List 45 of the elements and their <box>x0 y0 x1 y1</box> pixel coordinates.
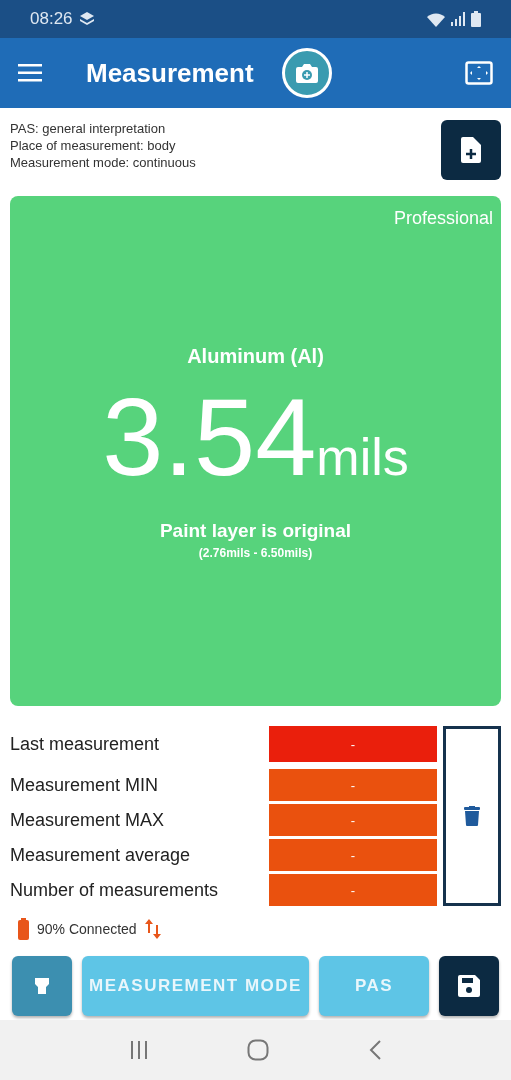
clock: 08:26 <box>30 9 73 29</box>
stat-value: - <box>269 874 437 906</box>
camera-button[interactable] <box>281 48 332 98</box>
file-plus-icon <box>461 137 481 163</box>
thickness-value: 3.54 <box>102 382 317 492</box>
stat-value: - <box>269 804 437 836</box>
back-icon[interactable] <box>367 1039 382 1061</box>
signal-icon <box>451 12 465 26</box>
pas-button[interactable]: PAS <box>319 956 429 1016</box>
info-line: Place of measurement: body <box>10 137 177 154</box>
stat-value: - <box>269 769 437 801</box>
delete-button[interactable] <box>443 726 501 906</box>
stat-label: Measurement MIN <box>10 774 160 796</box>
info-line: PAS: general interpretation <box>10 120 167 137</box>
save-button[interactable] <box>439 956 499 1016</box>
wifi-icon <box>427 11 445 27</box>
probe-button[interactable] <box>12 956 72 1016</box>
probe-icon <box>35 978 49 994</box>
battery-icon <box>471 11 481 27</box>
stat-label: Last measurement <box>10 733 161 755</box>
mode-button[interactable]: MEASUREMENT MODE <box>82 956 309 1016</box>
level-label: Professional <box>393 208 493 229</box>
recents-icon[interactable] <box>129 1040 150 1060</box>
home-icon[interactable] <box>247 1039 270 1061</box>
trash-icon <box>464 806 480 826</box>
transfer-icon <box>144 919 161 939</box>
info-line: Measurement mode: continuous <box>10 154 197 171</box>
layers-icon <box>78 11 95 27</box>
verdict-text: Paint layer is original <box>159 520 352 542</box>
unit-label: mils <box>316 427 409 487</box>
range-text: (2.76mils - 6.50mils) <box>198 546 313 560</box>
new-file-button[interactable] <box>441 120 501 180</box>
stat-label: Number of measurements <box>10 879 220 901</box>
fullscreen-icon[interactable] <box>465 61 493 85</box>
stat-value: - <box>269 839 437 871</box>
connection-status: 90% Connected <box>37 921 137 937</box>
material-label: Aluminum (Al) <box>187 345 324 368</box>
menu-icon[interactable] <box>18 64 42 82</box>
stat-value: - <box>269 726 437 762</box>
save-icon <box>458 975 480 997</box>
battery-icon <box>18 918 29 940</box>
stat-label: Measurement MAX <box>10 809 166 831</box>
stat-label: Measurement average <box>10 844 192 866</box>
camera-icon <box>295 63 318 83</box>
screen-title: Measurement <box>86 57 254 89</box>
